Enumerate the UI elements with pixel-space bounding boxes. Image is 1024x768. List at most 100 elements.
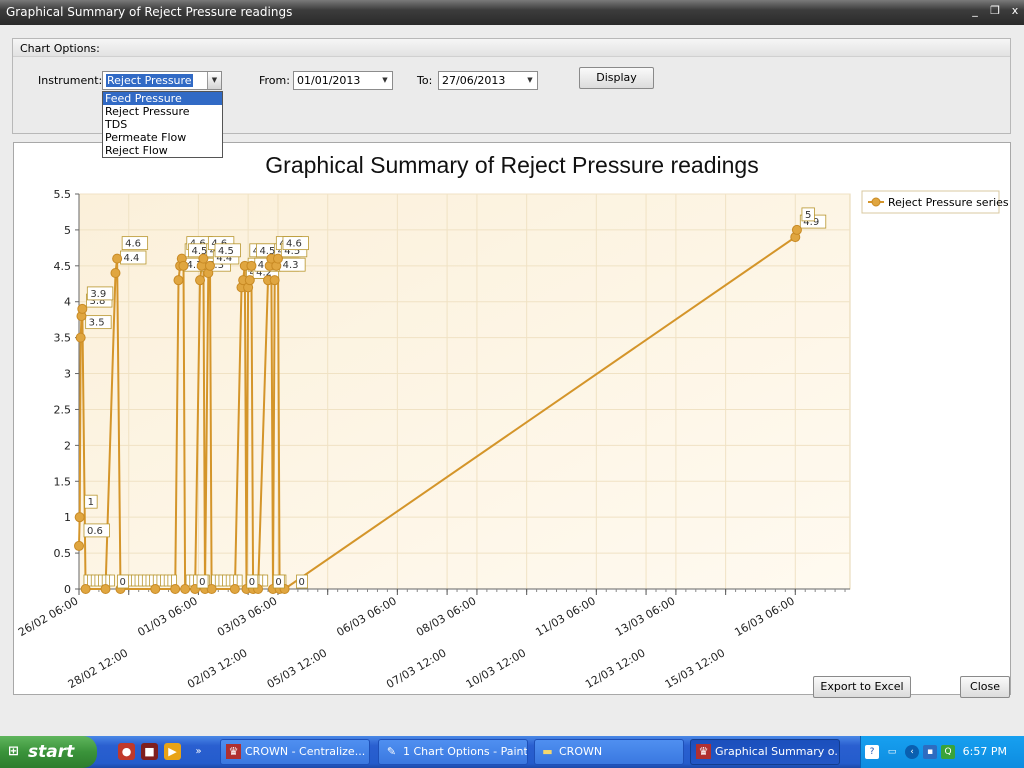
zero-data-label [236,574,243,587]
instrument-label: Instrument: [38,74,103,87]
y-tick-label: 4.5 [54,260,72,273]
from-date-picker[interactable]: 01/01/2013 ▼ [293,71,393,90]
data-point [204,260,215,271]
task-label: CROWN - Centralize... [245,745,366,758]
data-point [269,275,280,286]
x-tick-label: 11/03 06:00 [533,594,597,639]
data-point [100,584,111,594]
x-tick-label: 03/03 06:00 [215,594,279,639]
instrument-option-feed-pressure[interactable]: Feed Pressure [103,92,222,105]
data-label: 3.9 [90,289,106,300]
from-date-value: 01/01/2013 [297,74,361,87]
minimize-button[interactable]: _ [968,4,982,18]
pdf-icon[interactable]: ■ [141,743,158,760]
start-button[interactable]: ⊞ start [0,736,97,768]
y-tick-label: 5 [64,224,71,237]
data-label: 0 [249,577,255,588]
chart-legend: Reject Pressure series [861,190,1009,214]
instrument-option-reject-pressure[interactable]: Reject Pressure [103,105,222,118]
from-label: From: [259,74,290,87]
instrument-dropdown-list[interactable]: Feed Pressure Reject Pressure TDS Permea… [102,91,223,158]
export-to-excel-button[interactable]: Export to Excel [813,676,911,698]
y-tick-label: 2 [64,439,71,452]
data-point [178,260,189,271]
task-label: 1 Chart Options - Paint [403,745,528,758]
y-tick-label: 1 [64,511,71,524]
close-button[interactable]: Close [960,676,1010,698]
x-tick-label: 07/03 12:00 [384,646,448,691]
data-point [791,224,802,235]
task-crown-centralize[interactable]: ♛ CROWN - Centralize... [220,739,370,765]
chevron-down-icon[interactable]: ▼ [207,72,221,89]
zero-data-label [262,574,269,587]
data-point [206,584,217,594]
chevron-down-icon[interactable]: ▼ [523,72,537,89]
firefox-icon[interactable]: ● [118,743,135,760]
folder-icon: ▬ [542,745,553,758]
data-point [198,253,209,264]
data-label: 4.3 [283,260,299,271]
chart-title: Graphical Summary of Reject Pressure rea… [265,152,758,178]
data-point [74,512,85,523]
clock: 6:57 PM [962,745,1007,758]
task-paint[interactable]: ✎ 1 Chart Options - Paint [378,739,528,765]
data-point [246,260,257,271]
data-point [112,253,123,264]
monitor-icon[interactable]: ▭ [885,745,899,759]
data-label: 1 [88,497,94,508]
data-label: 5 [805,210,811,221]
system-tray: ? ▭ ‹ ▪ Q 6:57 PM [860,736,1024,768]
chart-options-caption: Chart Options: [13,39,1010,57]
reject-pressure-chart: Graphical Summary of Reject Pressure rea… [16,152,1009,691]
data-label: 4.5 [218,246,234,257]
instrument-select[interactable]: Reject Pressure ▼ [102,71,222,90]
to-date-value: 27/06/2013 [442,74,506,87]
chevron-down-icon[interactable]: ▼ [378,72,392,89]
window-titlebar[interactable]: Graphical Summary of Reject Pressure rea… [0,0,1024,25]
y-tick-label: 4 [64,296,71,309]
data-label: 0 [275,577,281,588]
x-tick-label: 12/03 12:00 [583,646,647,691]
data-point [173,275,184,286]
y-tick-label: 0 [64,583,71,596]
data-point [74,540,84,551]
task-graphical-summary[interactable]: ♛ Graphical Summary o... [690,739,840,765]
data-point [150,584,161,594]
data-point [75,332,86,343]
instrument-option-reject-flow[interactable]: Reject Flow [103,144,222,157]
data-label: 0 [119,577,125,588]
x-tick-label: 28/02 12:00 [66,646,130,691]
to-date-picker[interactable]: 27/06/2013 ▼ [438,71,538,90]
x-tick-label: 26/02 06:00 [16,594,80,639]
network-icon[interactable]: ▪ [923,745,937,759]
x-tick-label: 08/03 06:00 [414,594,478,639]
x-tick-label: 10/03 12:00 [464,646,528,691]
q-app-icon[interactable]: Q [941,745,955,759]
y-tick-label: 0.5 [54,547,72,560]
chart-panel: Graphical Summary of Reject Pressure rea… [13,142,1011,695]
data-point [244,275,255,286]
instrument-option-tds[interactable]: TDS [103,118,222,131]
display-button[interactable]: Display [579,67,654,89]
data-point [80,584,91,594]
data-point [77,303,88,314]
window-title: Graphical Summary of Reject Pressure rea… [6,5,293,19]
chevron-left-icon[interactable]: ‹ [905,745,919,759]
x-tick-label: 13/03 06:00 [613,594,677,639]
data-point [272,253,283,264]
windows-flag-icon: ⊞ [8,744,19,759]
x-tick-label: 01/03 06:00 [135,594,199,639]
help-icon[interactable]: ? [865,745,879,759]
chevron-right-icon[interactable]: » [190,743,207,760]
close-window-button[interactable]: x [1008,4,1022,18]
data-label: 4.6 [286,239,302,250]
y-tick-label: 1.5 [54,475,72,488]
data-label: 0 [199,577,205,588]
media-player-icon[interactable]: ▶ [164,743,181,760]
data-label: 4.4 [123,253,139,264]
task-label: Graphical Summary o... [715,745,840,758]
restore-button[interactable]: ❐ [988,4,1002,18]
instrument-option-permeate-flow[interactable]: Permeate Flow [103,131,222,144]
task-crown-folder[interactable]: ▬ CROWN [534,739,684,765]
zero-data-label [109,574,115,587]
